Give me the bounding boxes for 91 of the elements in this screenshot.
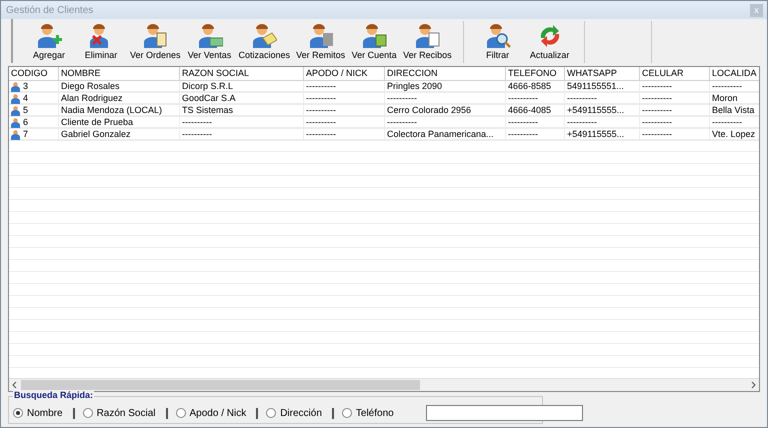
person-icon xyxy=(36,24,62,48)
toolbar-button[interactable]: Ver Remitos xyxy=(293,21,348,63)
table-cell: +549115555... xyxy=(565,105,640,116)
person-icon xyxy=(11,130,20,140)
person-icon xyxy=(142,24,168,48)
table-cell: Dicorp S.R.L xyxy=(180,81,304,92)
table-cell: 5 xyxy=(23,105,28,116)
person-icon xyxy=(11,118,20,128)
table-cell: ---------- xyxy=(640,81,710,92)
toolbar-button[interactable]: Filtrar xyxy=(472,21,524,63)
table-cell: ---------- xyxy=(710,81,759,92)
person-icon xyxy=(414,24,440,48)
table-cell: 4666-8585 xyxy=(506,81,565,92)
table-cell: ---------- xyxy=(304,117,385,128)
person-icon xyxy=(11,82,20,92)
table-cell: 6 xyxy=(23,117,28,128)
person-icon xyxy=(251,24,278,48)
radio-button[interactable] xyxy=(266,408,276,418)
radio-option[interactable]: Dirección xyxy=(266,408,334,418)
table-cell: 7 xyxy=(23,129,28,140)
table-cell: ---------- xyxy=(506,93,565,104)
radio-button[interactable] xyxy=(82,408,93,418)
table-cell: ---------- xyxy=(506,129,565,140)
toolbar-button[interactable]: Cotizaciones xyxy=(236,21,294,63)
toolbar-button[interactable]: Actualizar xyxy=(524,21,576,63)
column-header[interactable]: TELEFONO xyxy=(506,67,565,80)
person-icon xyxy=(11,106,20,116)
table-cell: Alan Rodriguez xyxy=(59,93,180,104)
toolbar-button[interactable]: Eliminar xyxy=(75,21,127,63)
table-cell: TS Sistemas xyxy=(180,105,304,116)
table-cell: 3 xyxy=(23,81,28,92)
person-icon xyxy=(484,24,511,48)
table-cell: +549115555... xyxy=(565,129,640,140)
table-cell: ---------- xyxy=(565,117,640,128)
table-cell: ---------- xyxy=(640,129,710,140)
scrollbar-thumb[interactable] xyxy=(21,380,420,390)
radio-option[interactable]: Nombre xyxy=(13,408,75,418)
person-icon xyxy=(196,24,223,48)
table-cell: ---------- xyxy=(180,129,304,140)
table-cell: Vte. Lopez xyxy=(710,129,759,140)
table-cell: ---------- xyxy=(304,81,385,92)
table-cell: Colectora Panamericana... xyxy=(385,129,506,140)
toolbar-button[interactable]: Ver Recibos xyxy=(400,21,455,63)
group-title: Busqueda Rápida: xyxy=(13,390,94,400)
person-icon xyxy=(308,24,334,48)
table-cell: ---------- xyxy=(304,129,385,140)
column-header[interactable]: NOMBRE xyxy=(59,67,180,80)
toolbar-button[interactable]: Ver Ventas xyxy=(184,21,236,63)
table-cell: ---------- xyxy=(304,105,385,116)
column-header[interactable]: RAZON SOCIAL xyxy=(180,67,304,80)
table-cell: ---------- xyxy=(710,117,759,128)
table-cell: ---------- xyxy=(304,93,385,104)
table-cell: GoodCar S.A xyxy=(180,93,304,104)
table-cell: Diego Rosales xyxy=(59,81,180,92)
table-cell: Nadia Mendoza (LOCAL) xyxy=(59,105,180,116)
window-title: Gestión de Clientes xyxy=(6,4,94,16)
table-cell: Pringles 2090 xyxy=(385,81,506,92)
table-cell: 5491155551... xyxy=(565,81,640,92)
radio-button[interactable] xyxy=(176,408,186,418)
column-header[interactable]: APODO / NICK xyxy=(304,67,385,80)
table-cell: Gabriel Gonzalez xyxy=(59,129,180,140)
column-header[interactable]: WHATSAPP xyxy=(565,67,640,80)
table-cell: ---------- xyxy=(640,117,710,128)
table-cell: Bella Vista xyxy=(710,105,759,116)
table-cell: 4 xyxy=(23,93,28,104)
toolbar-button[interactable]: Agregar xyxy=(23,21,75,63)
table-cell: ---------- xyxy=(640,105,710,116)
table-cell: ---------- xyxy=(506,117,565,128)
table-cell: 4666-4085 xyxy=(506,105,565,116)
toolbar-button[interactable]: Ver Ordenes xyxy=(127,21,184,63)
search-field[interactable] xyxy=(426,405,583,421)
radio-button[interactable] xyxy=(342,408,352,418)
column-header[interactable]: DIRECCION xyxy=(385,67,506,80)
column-header[interactable]: CODIGO xyxy=(9,67,59,80)
radio-button[interactable] xyxy=(13,408,23,418)
table-cell: ---------- xyxy=(180,117,304,128)
toolbar-button[interactable]: Ver Cuenta xyxy=(348,21,400,63)
person-icon xyxy=(11,94,20,104)
table-cell: ---------- xyxy=(640,93,710,104)
column-header[interactable]: CELULAR xyxy=(640,67,710,80)
person-icon xyxy=(361,24,388,48)
table-cell: ---------- xyxy=(385,93,506,104)
table-cell: Moron xyxy=(710,93,759,104)
table-cell: Cerro Colorado 2956 xyxy=(385,105,506,116)
table-cell: Cliente de Prueba xyxy=(59,117,180,128)
column-header[interactable]: LOCALIDA xyxy=(710,67,759,80)
radio-option[interactable]: Teléfono xyxy=(342,408,404,418)
radio-option[interactable]: Apodo / Nick xyxy=(176,408,258,418)
table-cell: ---------- xyxy=(565,93,640,104)
radio-option[interactable]: Razón Social xyxy=(82,408,168,418)
table-cell: ---------- xyxy=(385,117,506,128)
